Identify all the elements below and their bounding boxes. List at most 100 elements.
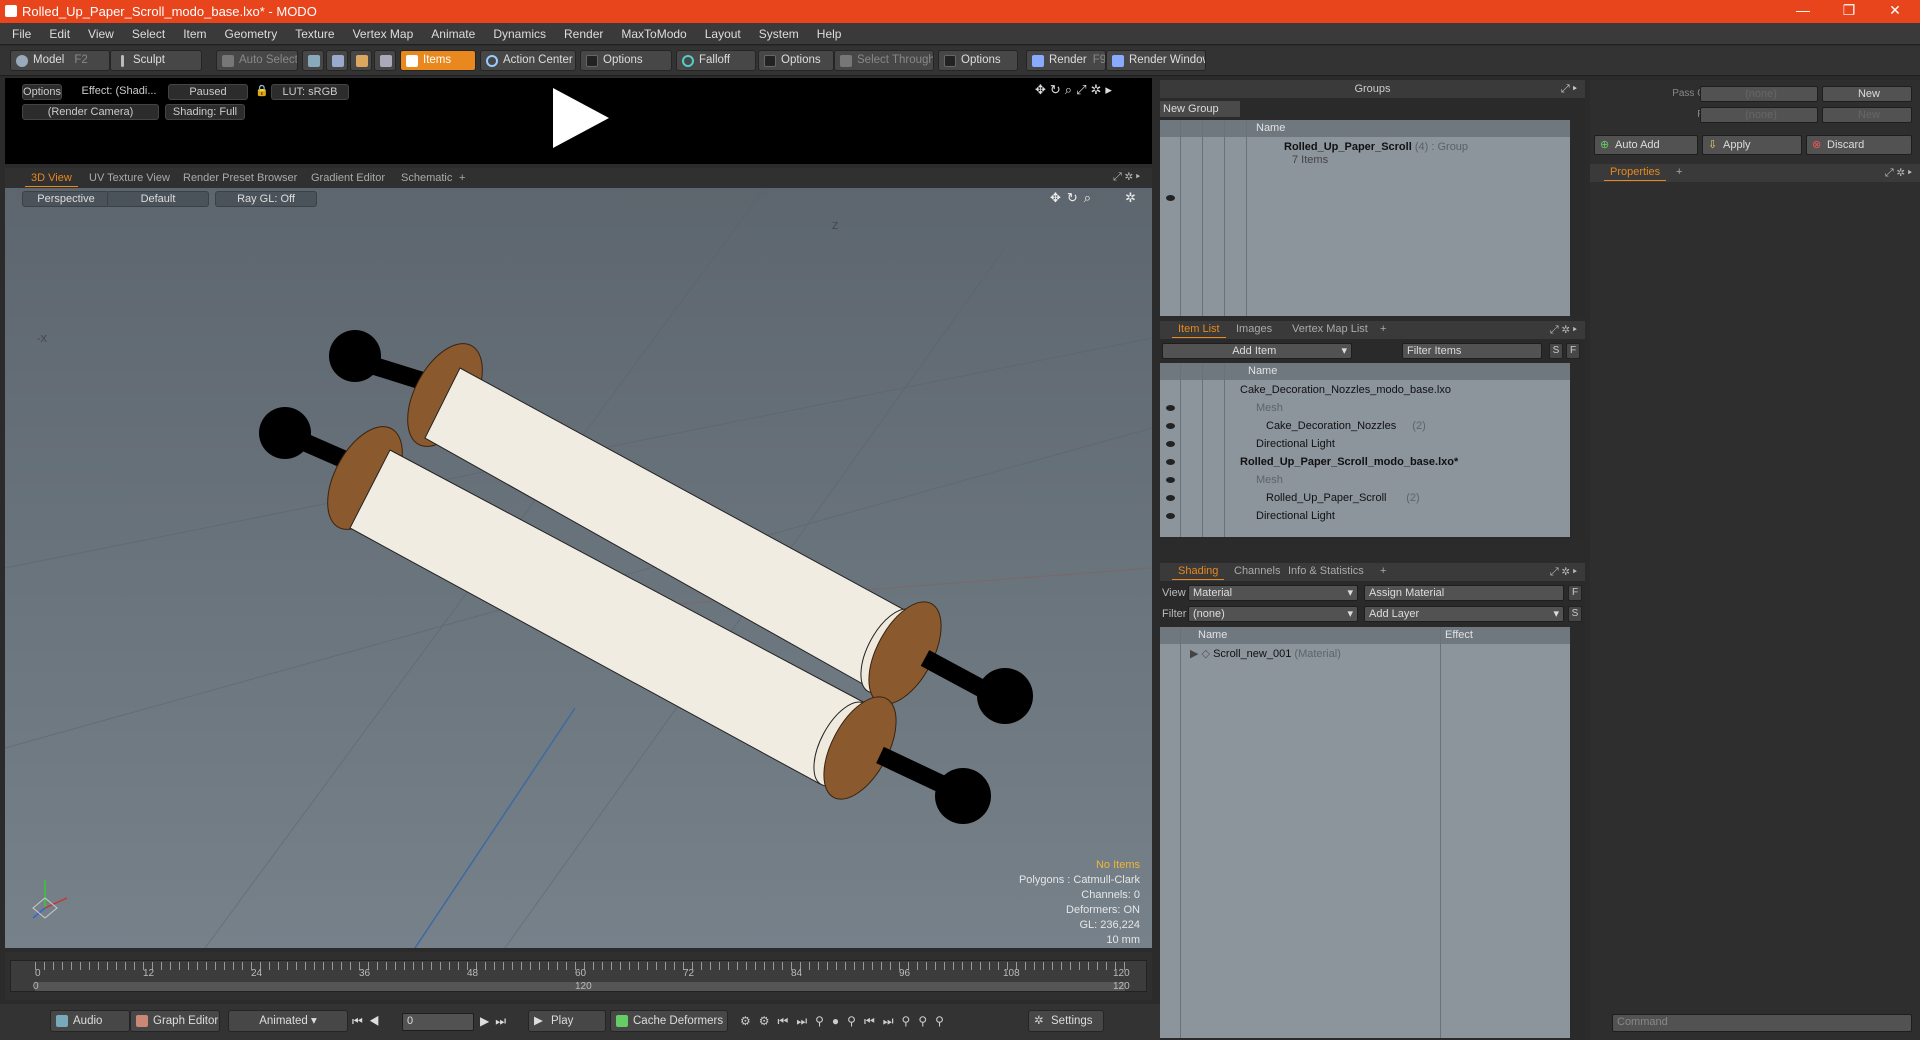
menu-vertex-map[interactable]: Vertex Map — [344, 23, 423, 45]
menu-edit[interactable]: Edit — [40, 23, 79, 45]
add-item-list-tab[interactable]: + — [1374, 321, 1392, 338]
settings-button[interactable]: ✲ Settings — [1028, 1010, 1104, 1032]
tab-gradient-editor[interactable]: Gradient Editor — [305, 170, 391, 187]
shading-s-button[interactable]: S — [1568, 606, 1582, 622]
item-list-controls[interactable]: ⤢ ✲ ▸ — [1550, 321, 1577, 339]
groups-panel-controls[interactable]: ⤢ ▸ — [1561, 80, 1577, 98]
key-tools-icons[interactable]: ⚙⚙⏮⏭⚲●⚲⏮⏭⚲⚲⚲ — [740, 1014, 952, 1029]
menu-dynamics[interactable]: Dynamics — [484, 23, 555, 45]
materials-mode-button[interactable] — [374, 50, 396, 71]
item-list-row[interactable]: Directional Light — [1160, 507, 1570, 525]
current-frame-field[interactable]: 0 — [402, 1013, 474, 1031]
shading-controls[interactable]: ⤢ ✲ ▸ — [1550, 563, 1577, 581]
play-icon[interactable] — [545, 82, 615, 154]
menu-render[interactable]: Render — [555, 23, 612, 45]
tab-schematic[interactable]: Schematic — [395, 170, 458, 187]
lock-icon[interactable]: 🔒 — [255, 84, 269, 100]
pass-groups-dropdown[interactable]: (none) — [1700, 86, 1818, 102]
tab-uv-texture-view[interactable]: UV Texture View — [83, 170, 176, 187]
eye-icon[interactable] — [1166, 195, 1175, 201]
tab-3d-view[interactable]: 3D View — [25, 170, 78, 187]
shading-dropdown[interactable]: Shading: Full — [165, 104, 245, 120]
eye-icon[interactable] — [1166, 441, 1175, 447]
expand-arrow-icon[interactable]: ▶ — [1190, 648, 1198, 660]
vertices-mode-button[interactable] — [302, 50, 324, 71]
item-list[interactable]: Name Cake_Decoration_Nozzles_modo_base.l… — [1160, 363, 1570, 537]
select-through-button[interactable]: Select Through — [834, 50, 934, 71]
tab-channels[interactable]: Channels — [1228, 563, 1286, 580]
select-through-options-button[interactable]: Options — [938, 50, 1018, 71]
menu-item[interactable]: Item — [174, 23, 215, 45]
add-properties-tab[interactable]: + — [1670, 164, 1688, 181]
falloff-button[interactable]: Falloff — [676, 50, 756, 71]
menu-file[interactable]: File — [0, 23, 40, 45]
render-button[interactable]: Render F9 — [1026, 50, 1106, 71]
new-group-button[interactable]: New Group — [1160, 101, 1240, 117]
graph-editor-button[interactable]: Graph Editor — [130, 1010, 220, 1032]
item-list-row[interactable]: Cake_Decoration_Nozzles_modo_base.lxo — [1160, 381, 1570, 399]
action-center-button[interactable]: Action Center — [480, 50, 576, 71]
material-row[interactable]: ▶ ◇ Scroll_new_001 (Material) — [1160, 645, 1570, 663]
properties-panel-controls[interactable]: ⤢ ✲ ▸ — [1885, 167, 1912, 180]
viewport-tab-controls[interactable]: ⤢ ✲ ▸ — [1113, 171, 1140, 184]
tab-vertex-map-list[interactable]: Vertex Map List — [1286, 321, 1374, 338]
eye-icon[interactable] — [1166, 405, 1175, 411]
add-layer-dropdown[interactable]: Add Layer ▾ — [1364, 606, 1564, 622]
polygons-mode-button[interactable] — [350, 50, 372, 71]
filter-f-button[interactable]: F — [1566, 343, 1580, 359]
item-list-row[interactable]: Directional Light — [1160, 435, 1570, 453]
menu-view[interactable]: View — [79, 23, 123, 45]
view-dropdown[interactable]: Material ▾ — [1188, 585, 1358, 601]
viewport-3d[interactable]: Perspective Default Ray GL: Off ✥↻⌕ ✲ Z … — [5, 188, 1152, 948]
item-list-row[interactable]: Rolled_Up_Paper_Scroll_modo_base.lxo* — [1160, 453, 1570, 471]
filter-s-button[interactable]: S — [1549, 343, 1563, 359]
close-button[interactable]: ✕ — [1872, 0, 1918, 23]
shader-tree[interactable]: Name Effect ▶ ◇ Scroll_new_001 (Material… — [1160, 627, 1570, 1038]
tab-info-statistics[interactable]: Info & Statistics — [1282, 563, 1370, 580]
model-mode-button[interactable]: Model F2 — [10, 50, 110, 71]
item-list-row[interactable]: Cake_Decoration_Nozzles (2) — [1160, 417, 1570, 435]
menu-layout[interactable]: Layout — [696, 23, 750, 45]
filter-dropdown[interactable]: (none) ▾ — [1188, 606, 1358, 622]
menu-help[interactable]: Help — [808, 23, 851, 45]
preview-paused-button[interactable]: Paused — [168, 84, 248, 100]
menu-system[interactable]: System — [750, 23, 808, 45]
edges-mode-button[interactable] — [326, 50, 348, 71]
preview-nav-icons[interactable]: ✥↻⌕⤢✲▸ — [1035, 82, 1116, 98]
tab-item-list[interactable]: Item List — [1172, 321, 1226, 338]
eye-icon[interactable] — [1166, 495, 1175, 501]
play-button[interactable]: ▶ Play — [528, 1010, 606, 1032]
auto-add-button[interactable]: ⊕ Auto Add — [1594, 135, 1698, 155]
preview-options-button[interactable]: Options — [22, 84, 62, 100]
groups-list[interactable]: Name Rolled_Up_Paper_Scroll (4) : Group … — [1160, 120, 1570, 316]
discard-button[interactable]: ⊗ Discard — [1806, 135, 1912, 155]
command-input[interactable]: Command — [1612, 1014, 1912, 1032]
item-list-row[interactable]: Rolled_Up_Paper_Scroll (2) — [1160, 489, 1570, 507]
eye-icon[interactable] — [1166, 423, 1175, 429]
cache-deformers-button[interactable]: Cache Deformers — [610, 1010, 728, 1032]
preview-effect-dropdown[interactable]: Effect: (Shadi... — [75, 84, 163, 100]
eye-icon[interactable] — [1166, 459, 1175, 465]
menu-geometry[interactable]: Geometry — [216, 23, 287, 45]
tab-properties[interactable]: Properties — [1604, 164, 1667, 181]
minimize-button[interactable]: — — [1780, 0, 1826, 23]
frame-step-back-icons[interactable]: ⏮◀ — [352, 1014, 386, 1029]
add-tab-button[interactable]: + — [453, 170, 471, 187]
restore-button[interactable]: ❐ — [1826, 0, 1872, 23]
render-window-button[interactable]: Render Window — [1106, 50, 1206, 71]
menu-animate[interactable]: Animate — [422, 23, 484, 45]
animated-dropdown[interactable]: Animated ▾ — [228, 1010, 348, 1032]
item-list-row[interactable]: Mesh — [1160, 471, 1570, 489]
new-pass-group-button[interactable]: New — [1822, 86, 1912, 102]
shading-f-button[interactable]: F — [1568, 585, 1582, 601]
eye-icon[interactable] — [1166, 513, 1175, 519]
items-mode-button[interactable]: Items — [400, 50, 476, 71]
lut-dropdown[interactable]: LUT: sRGB — [271, 84, 349, 100]
tab-render-preset-browser[interactable]: Render Preset Browser — [177, 170, 303, 187]
passes-dropdown[interactable]: (none) — [1700, 107, 1818, 123]
apply-button[interactable]: ⇩ Apply — [1702, 135, 1802, 155]
add-shading-tab[interactable]: + — [1374, 563, 1392, 580]
menu-select[interactable]: Select — [123, 23, 174, 45]
new-pass-button[interactable]: New — [1822, 107, 1912, 123]
tab-images[interactable]: Images — [1230, 321, 1278, 338]
